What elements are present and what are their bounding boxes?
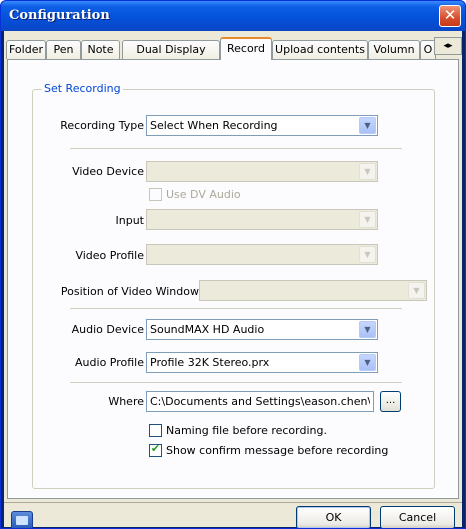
chevron-down-icon[interactable]: ▼ <box>359 354 376 371</box>
tab-note[interactable]: Note <box>81 40 120 59</box>
cancel-button[interactable]: Cancel <box>380 506 455 528</box>
footer-divider <box>4 502 462 503</box>
use-dv-audio-label: Use DV Audio <box>166 188 241 201</box>
audio-device-value: SoundMAX HD Audio <box>150 323 265 336</box>
where-label: Where <box>108 395 144 408</box>
window-title: Configuration <box>9 8 110 23</box>
show-confirm-checkbox[interactable]: ✔ <box>149 442 162 457</box>
input-label: Input <box>115 214 144 227</box>
audio-profile-value: Profile 32K Stereo.prx <box>150 356 270 369</box>
use-dv-audio-checkbox[interactable] <box>149 188 162 201</box>
position-of-video-window-select[interactable]: ▼ <box>199 280 427 301</box>
browse-button[interactable]: ... <box>380 391 401 412</box>
naming-file-label: Naming file before recording. <box>166 424 327 437</box>
chevron-down-icon[interactable]: ▼ <box>359 211 376 228</box>
audio-profile-select[interactable]: Profile 32K Stereo.prx ▼ <box>146 352 378 373</box>
tab-volumn[interactable]: Volumn <box>368 40 420 59</box>
show-confirm-label: Show confirm message before recording <box>166 444 389 457</box>
tab-record[interactable]: Record <box>220 37 272 60</box>
tab-upload-contents[interactable]: Upload contents <box>272 40 368 59</box>
chevron-down-icon[interactable]: ▼ <box>359 321 376 338</box>
where-path-input[interactable] <box>146 391 374 412</box>
title-bar[interactable]: Configuration ✕ <box>1 1 465 31</box>
video-device-select[interactable]: ▼ <box>146 161 378 182</box>
dialog-client-area: Folder Pen Note Dual Display Record Uplo… <box>4 31 462 528</box>
video-device-label: Video Device <box>72 165 144 178</box>
divider <box>70 308 402 309</box>
divider <box>70 382 402 383</box>
tab-folder[interactable]: Folder <box>6 40 46 59</box>
chevron-down-icon[interactable]: ▼ <box>359 117 376 134</box>
audio-device-label: Audio Device <box>71 323 144 336</box>
divider <box>70 148 402 149</box>
ok-button[interactable]: OK <box>296 506 371 528</box>
close-button[interactable]: ✕ <box>439 5 461 27</box>
recording-type-value: Select When Recording <box>150 119 278 132</box>
chevron-down-icon[interactable]: ▼ <box>359 163 376 180</box>
tab-dual-display[interactable]: Dual Display <box>122 40 220 59</box>
where-path-field[interactable] <box>147 392 373 411</box>
audio-device-select[interactable]: SoundMAX HD Audio ▼ <box>146 319 378 340</box>
chevron-down-icon[interactable]: ▼ <box>359 246 376 263</box>
recording-type-select[interactable]: Select When Recording ▼ <box>146 115 378 136</box>
position-of-video-window-label: Position of Video Window <box>60 285 199 298</box>
video-profile-select[interactable]: ▼ <box>146 244 378 265</box>
tab-scroll-buttons[interactable]: ◂▸ <box>434 37 462 55</box>
tab-scroll-right-icon[interactable]: ▸ <box>448 41 453 51</box>
checkmark-icon: ✔ <box>150 442 161 455</box>
video-profile-label: Video Profile <box>75 249 144 262</box>
chevron-down-icon[interactable]: ▼ <box>408 282 425 299</box>
screen-icon-inner <box>16 516 28 525</box>
configuration-window: Configuration ✕ Folder Pen Note Dual Dis… <box>0 0 466 529</box>
tab-pen[interactable]: Pen <box>46 40 81 59</box>
audio-profile-label: Audio Profile <box>75 356 144 369</box>
recording-type-label: Recording Type <box>60 119 144 132</box>
screen-icon[interactable] <box>11 511 33 528</box>
naming-file-checkbox[interactable] <box>149 424 162 437</box>
tab-strip: Folder Pen Note Dual Display Record Uplo… <box>4 37 462 60</box>
group-label: Set Recording <box>42 82 123 95</box>
input-select[interactable]: ▼ <box>146 209 378 230</box>
